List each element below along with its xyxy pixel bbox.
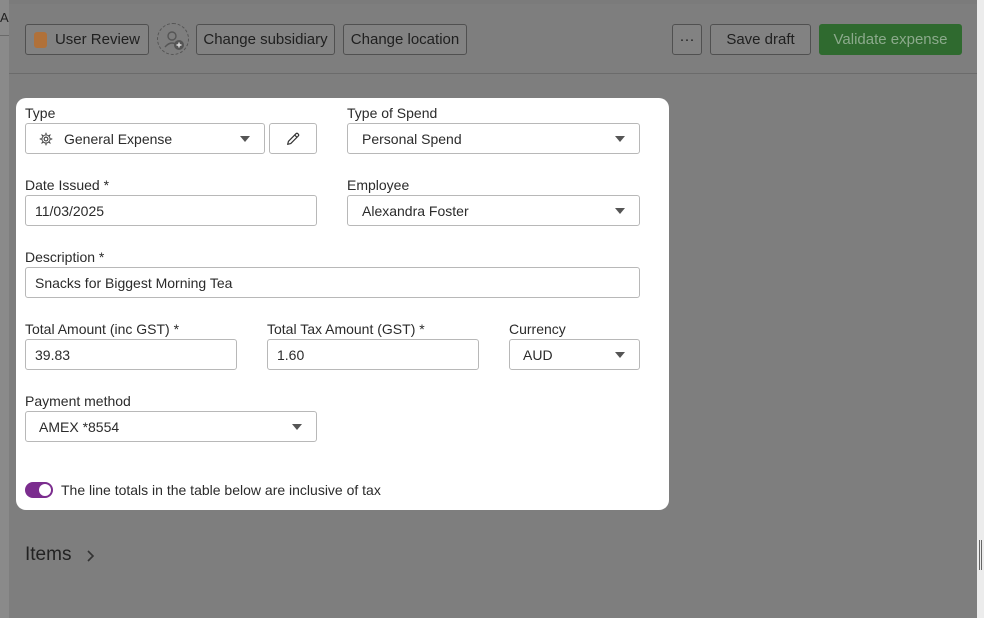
toolbar: User Review Change subsidiary Change loc… bbox=[9, 4, 977, 74]
date-issued-value: 11/03/2025 bbox=[35, 202, 105, 219]
total-amount-input[interactable]: 39.83 bbox=[25, 339, 237, 370]
total-amount-value: 39.83 bbox=[35, 346, 71, 363]
chevron-down-icon bbox=[615, 136, 625, 142]
chevron-down-icon bbox=[615, 208, 625, 214]
pencil-icon bbox=[287, 132, 300, 145]
description-value: Snacks for Biggest Morning Tea bbox=[35, 274, 233, 291]
payment-method-label: Payment method bbox=[25, 393, 131, 409]
user-review-label: User Review bbox=[54, 31, 140, 48]
type-label: Type bbox=[25, 105, 56, 121]
gear-icon bbox=[39, 132, 53, 146]
type-select[interactable]: General Expense bbox=[25, 123, 265, 154]
tax-inclusive-label: The line totals in the table below are i… bbox=[61, 482, 381, 498]
validate-expense-button[interactable]: Validate expense bbox=[819, 24, 962, 55]
currency-select[interactable]: AUD bbox=[509, 339, 640, 370]
divider bbox=[0, 35, 9, 36]
scrollbar-track[interactable] bbox=[977, 0, 984, 618]
currency-value: AUD bbox=[523, 346, 553, 363]
date-issued-input[interactable]: 11/03/2025 bbox=[25, 195, 317, 226]
status-swatch bbox=[34, 31, 47, 48]
chevron-down-icon bbox=[292, 424, 302, 430]
chevron-down-icon bbox=[615, 352, 625, 358]
total-tax-input[interactable]: 1.60 bbox=[267, 339, 479, 370]
type-of-spend-label: Type of Spend bbox=[347, 105, 438, 121]
employee-value: Alexandra Foster bbox=[362, 202, 469, 219]
change-location-button[interactable]: Change location bbox=[343, 24, 467, 55]
chevron-down-icon bbox=[240, 136, 250, 142]
items-section-title[interactable]: Items bbox=[25, 544, 71, 566]
edit-type-button[interactable] bbox=[269, 123, 317, 154]
description-input[interactable]: Snacks for Biggest Morning Tea bbox=[25, 267, 640, 298]
total-tax-label: Total Tax Amount (GST) * bbox=[267, 321, 425, 337]
chevron-right-icon[interactable] bbox=[86, 549, 96, 563]
scrollbar-handle[interactable] bbox=[979, 540, 982, 570]
currency-label: Currency bbox=[509, 321, 566, 337]
type-value: General Expense bbox=[64, 130, 173, 147]
type-of-spend-value: Personal Spend bbox=[362, 130, 462, 147]
add-assignee-button[interactable] bbox=[157, 23, 189, 55]
description-label: Description * bbox=[25, 249, 105, 265]
background-text-fragment: A bbox=[0, 10, 9, 25]
tax-inclusive-toggle[interactable] bbox=[25, 482, 53, 498]
save-draft-button[interactable]: Save draft bbox=[710, 24, 811, 55]
total-tax-value: 1.60 bbox=[277, 346, 305, 363]
expense-details-card: Type General Expense Type of Spend Perso… bbox=[16, 98, 669, 510]
payment-method-value: AMEX *8554 bbox=[39, 418, 120, 435]
change-subsidiary-button[interactable]: Change subsidiary bbox=[196, 24, 335, 55]
more-options-button[interactable]: ··· bbox=[672, 24, 702, 55]
total-amount-label: Total Amount (inc GST) * bbox=[25, 321, 180, 337]
type-of-spend-select[interactable]: Personal Spend bbox=[347, 123, 640, 154]
employee-select[interactable]: Alexandra Foster bbox=[347, 195, 640, 226]
background-window-edge: A bbox=[0, 0, 9, 618]
date-issued-label: Date Issued * bbox=[25, 177, 110, 193]
employee-label: Employee bbox=[347, 177, 410, 193]
toggle-knob bbox=[39, 484, 51, 496]
payment-method-select[interactable]: AMEX *8554 bbox=[25, 411, 317, 442]
add-user-icon bbox=[164, 31, 184, 50]
user-review-button[interactable]: User Review bbox=[25, 24, 149, 55]
